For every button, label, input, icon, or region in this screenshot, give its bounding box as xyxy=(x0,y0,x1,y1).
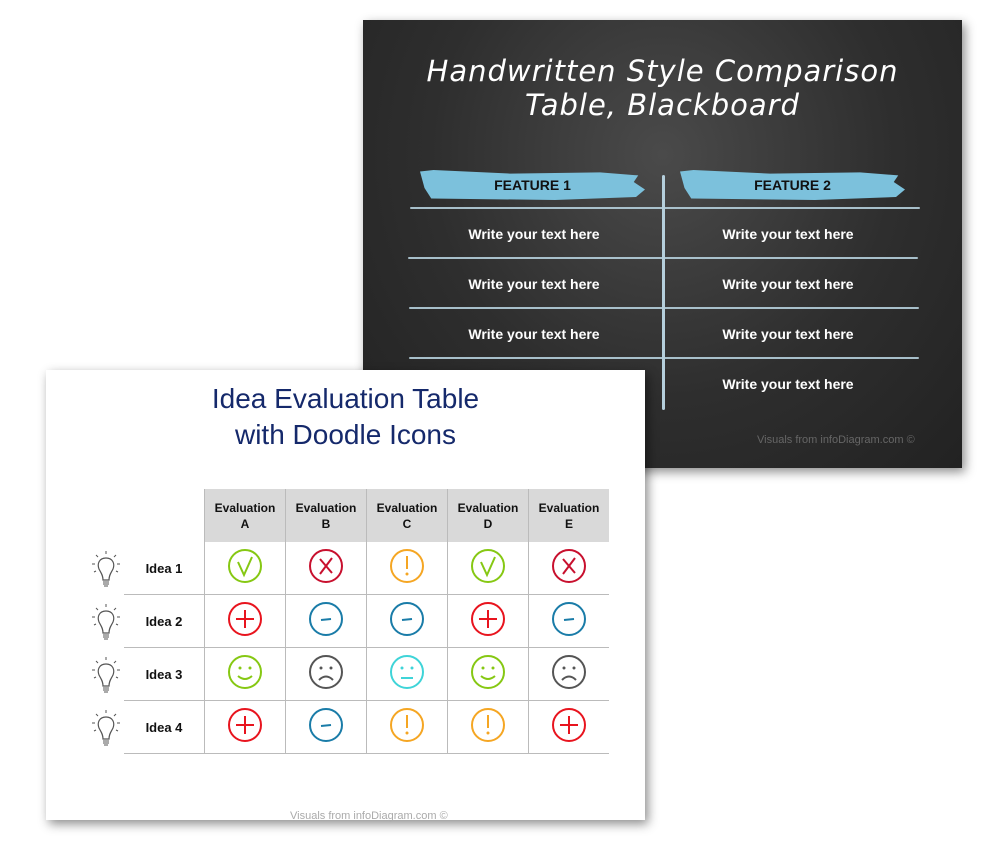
lightbulb-icon xyxy=(92,604,120,640)
table-row: Idea 3 xyxy=(124,647,609,701)
lightbulb-icon xyxy=(92,710,120,746)
evaluation-cell xyxy=(528,700,609,754)
column-header: Evaluation A xyxy=(204,489,286,542)
column-header: Evaluation E xyxy=(528,489,609,542)
evaluation-cell xyxy=(447,700,529,754)
board-title-line1: Handwritten Style Comparison xyxy=(426,54,899,88)
feature-2-header: FEATURE 2 xyxy=(680,170,905,200)
evaluation-cell xyxy=(366,647,448,701)
minus-icon xyxy=(552,601,586,636)
evaluation-cell xyxy=(366,594,448,648)
evaluation-slide: Idea Evaluation Table with Doodle Icons … xyxy=(46,370,645,822)
sad-icon xyxy=(552,654,586,689)
evaluation-cell xyxy=(528,594,609,648)
feature-2-cell: Write your text here xyxy=(722,276,854,292)
evaluation-cell xyxy=(447,594,529,648)
evaluation-cell xyxy=(285,647,367,701)
idea-label: Idea 4 xyxy=(124,700,205,754)
sad-icon xyxy=(309,654,343,689)
plus-icon xyxy=(228,601,262,636)
evaluation-cell xyxy=(447,542,529,595)
check-icon xyxy=(228,548,262,583)
column-header: Evaluation C xyxy=(366,489,448,542)
evaluation-cell xyxy=(204,647,286,701)
evaluation-cell xyxy=(528,542,609,595)
feature-1-header: FEATURE 1 xyxy=(420,170,645,200)
evaluation-cell xyxy=(366,700,448,754)
feature-1-cell: Write your text here xyxy=(468,226,600,242)
evaluation-cell xyxy=(285,542,367,595)
evaluation-cell xyxy=(528,647,609,701)
cross-icon xyxy=(552,548,586,583)
board-credit: Visuals from infoDiagram.com © xyxy=(757,434,915,446)
eval-credit: Visuals from infoDiagram.com © xyxy=(290,810,448,822)
feature-2-cell: Write your text here xyxy=(722,226,854,242)
exclamation-icon xyxy=(390,548,424,583)
smile-icon xyxy=(228,654,262,689)
table-row: Idea 4 xyxy=(124,700,609,754)
minus-icon xyxy=(309,707,343,742)
eval-title-line2: with Doodle Icons xyxy=(234,419,456,450)
table-row: Idea 1 xyxy=(124,542,609,595)
cross-icon xyxy=(309,548,343,583)
evaluation-cell xyxy=(204,700,286,754)
plus-icon xyxy=(228,707,262,742)
feature-2-cell: Write your text here xyxy=(722,326,854,342)
idea-label: Idea 3 xyxy=(124,647,205,701)
minus-icon xyxy=(390,601,424,636)
vertical-divider xyxy=(662,175,665,410)
evaluation-cell xyxy=(204,594,286,648)
column-header: Evaluation D xyxy=(447,489,529,542)
evaluation-cell xyxy=(285,594,367,648)
smile-icon xyxy=(471,654,505,689)
evaluation-cell xyxy=(366,542,448,595)
evaluation-cell xyxy=(204,542,286,595)
board-title-line2: Table, Blackboard xyxy=(525,88,800,122)
minus-icon xyxy=(309,601,343,636)
corner-cell xyxy=(124,489,205,542)
feature-2-cell: Write your text here xyxy=(722,376,854,392)
exclamation-icon xyxy=(471,707,505,742)
lightbulb-icon xyxy=(92,657,120,693)
evaluation-cell xyxy=(285,700,367,754)
idea-label: Idea 2 xyxy=(124,594,205,648)
idea-label: Idea 1 xyxy=(124,542,205,595)
plus-icon xyxy=(552,707,586,742)
eval-title-line1: Idea Evaluation Table xyxy=(211,383,480,414)
table-row: Idea 2 xyxy=(124,594,609,648)
divider xyxy=(410,207,920,209)
lightbulb-icon xyxy=(92,551,120,587)
feature-1-cell: Write your text here xyxy=(468,276,600,292)
check-icon xyxy=(471,548,505,583)
evaluation-cell xyxy=(447,647,529,701)
plus-icon xyxy=(471,601,505,636)
neutral-icon xyxy=(390,654,424,689)
column-header: Evaluation B xyxy=(285,489,367,542)
feature-1-cell: Write your text here xyxy=(468,326,600,342)
evaluation-table: Evaluation A Evaluation B Evaluation C Eval… xyxy=(124,489,609,754)
exclamation-icon xyxy=(390,707,424,742)
